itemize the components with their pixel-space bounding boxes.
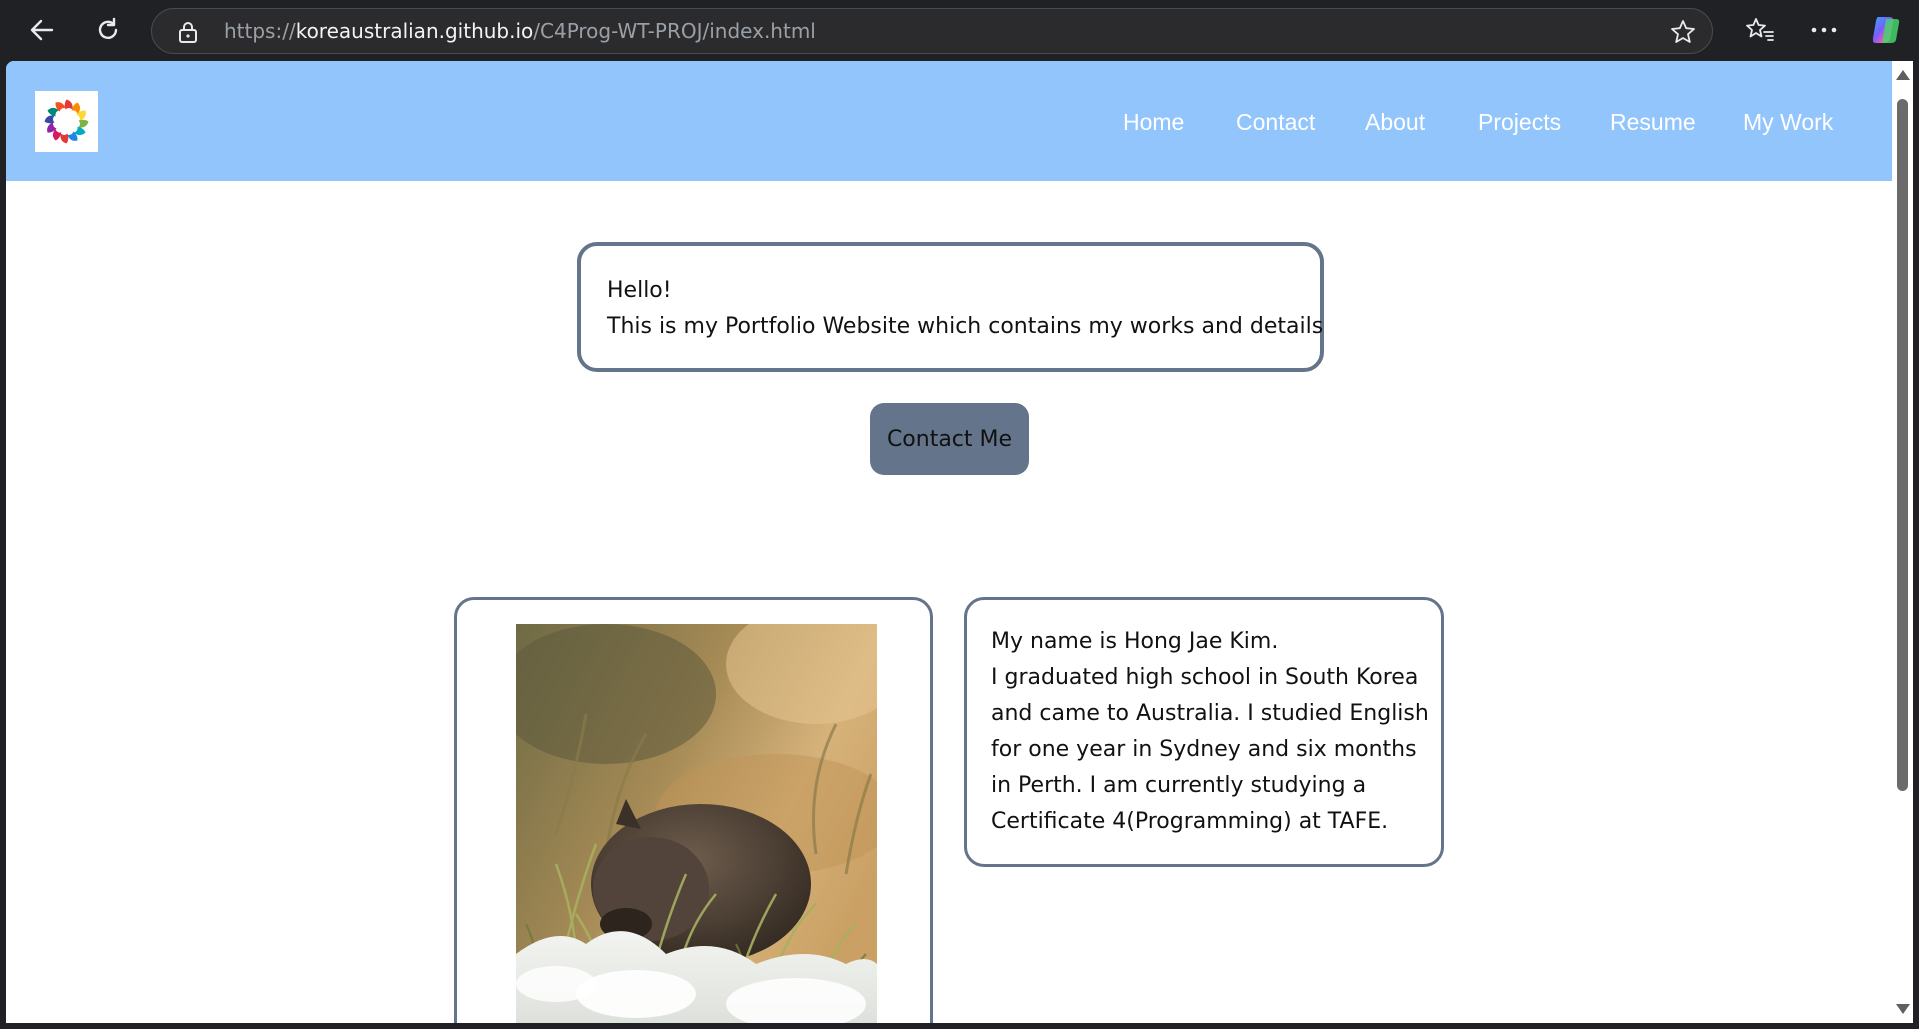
intro-box: Hello! This is my Portfolio Website whic… <box>577 242 1324 372</box>
bio-line: My name is Hong Jae Kim. <box>991 629 1279 654</box>
favorites-button[interactable] <box>1738 10 1782 50</box>
address-bar[interactable]: https://koreaustralian.github.io/C4Prog-… <box>151 8 1713 54</box>
scroll-down-icon[interactable] <box>1896 1004 1910 1014</box>
back-icon <box>30 19 54 41</box>
back-button[interactable] <box>20 10 64 50</box>
copilot-button[interactable] <box>1864 10 1908 50</box>
window-edge-bottom <box>0 1023 1919 1029</box>
scrollbar-thumb[interactable] <box>1897 99 1908 791</box>
intro-greeting: Hello! <box>607 278 672 303</box>
intro-description: This is my Portfolio Website which conta… <box>607 314 1324 339</box>
nav-about[interactable]: About <box>1365 61 1425 183</box>
bio-line: for one year in Sydney and six months <box>991 737 1417 762</box>
url-text[interactable]: https://koreaustralian.github.io/C4Prog-… <box>224 9 816 53</box>
star-icon[interactable] <box>1670 19 1696 45</box>
bio-line: Certificate 4(Programming) at TAFE. <box>991 809 1389 834</box>
refresh-button[interactable] <box>86 10 130 50</box>
contact-me-button[interactable]: Contact Me <box>870 403 1029 475</box>
main-nav: Home Contact About Projects Resume My Wo… <box>6 61 1892 181</box>
copilot-icon <box>1872 17 1900 43</box>
lock-icon[interactable] <box>177 20 199 44</box>
vertical-scrollbar[interactable] <box>1892 61 1913 1023</box>
nav-my-work[interactable]: My Work <box>1743 61 1833 183</box>
site-header: Home Contact About Projects Resume My Wo… <box>6 61 1892 181</box>
photo-card <box>454 597 933 1023</box>
bio-line: in Perth. I am currently studying a <box>991 773 1367 798</box>
bio-line: I graduated high school in South Korea <box>991 665 1419 690</box>
nav-home[interactable]: Home <box>1123 61 1184 183</box>
window-edge-right <box>1913 61 1919 1029</box>
url-scheme: https:// <box>224 19 296 43</box>
more-button[interactable] <box>1802 10 1846 50</box>
bio-line: and came to Australia. I studied English <box>991 701 1429 726</box>
url-path: /C4Prog-WT-PROJ/index.html <box>533 19 816 43</box>
page-viewport: Home Contact About Projects Resume My Wo… <box>6 61 1892 1023</box>
browser-toolbar: https://koreaustralian.github.io/C4Prog-… <box>0 0 1919 61</box>
bio-card: My name is Hong Jae Kim. I graduated hig… <box>964 597 1444 867</box>
nav-projects[interactable]: Projects <box>1478 61 1561 183</box>
more-icon <box>1811 27 1837 33</box>
refresh-icon <box>98 17 118 39</box>
nav-resume[interactable]: Resume <box>1610 61 1696 183</box>
nav-contact[interactable]: Contact <box>1236 61 1315 183</box>
url-host: koreaustralian.github.io <box>295 19 534 43</box>
scroll-up-icon[interactable] <box>1896 70 1910 80</box>
favorites-icon <box>1746 18 1774 41</box>
wombat-photo <box>516 624 877 1023</box>
